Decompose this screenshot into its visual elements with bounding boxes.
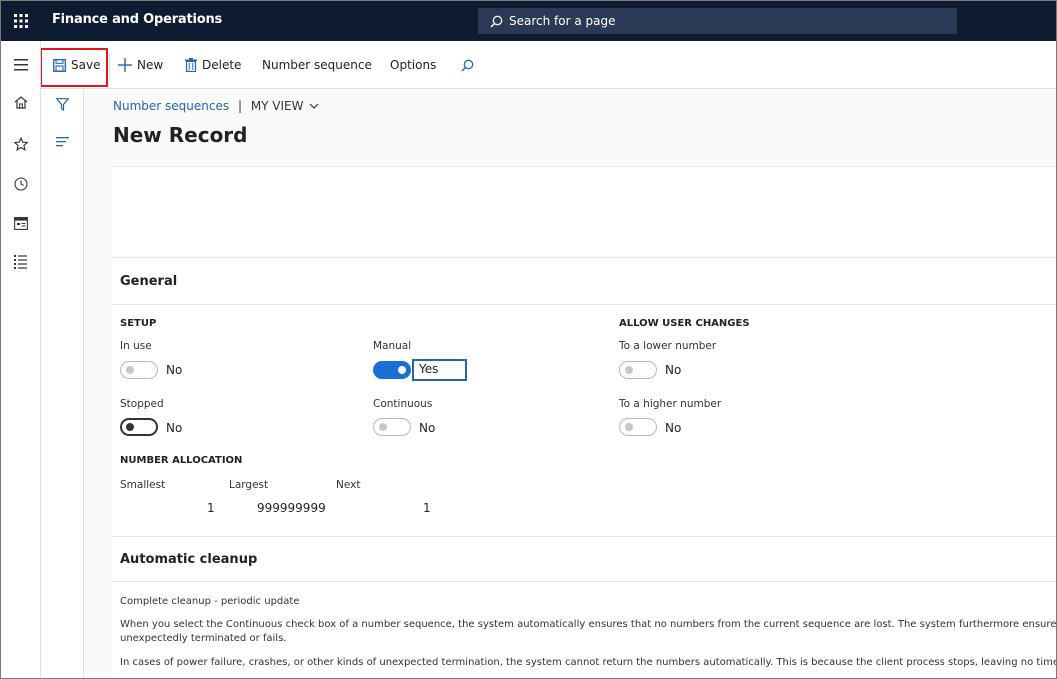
- continuous-toggle[interactable]: [373, 418, 411, 436]
- cleanup-text-paragraph2: In cases of power failure, crashes, or o…: [120, 657, 1057, 668]
- workspace-icon[interactable]: [1, 208, 41, 238]
- options-tab[interactable]: Options: [390, 41, 436, 89]
- higher-number-value: No: [665, 421, 682, 435]
- toggle-knob: [126, 423, 134, 431]
- star-icon[interactable]: [1, 129, 41, 159]
- manual-value: Yes: [412, 359, 467, 381]
- cleanup-text-line2: unexpectedly terminated or fails.: [120, 633, 287, 644]
- setup-heading: SETUP: [120, 318, 157, 329]
- lower-number-value: No: [665, 363, 682, 377]
- search-icon: [461, 59, 474, 71]
- breadcrumb-separator: |: [237, 99, 242, 113]
- filter-icon[interactable]: [41, 91, 84, 117]
- app-launcher-icon[interactable]: [1, 1, 41, 41]
- menu-icon[interactable]: [1, 50, 41, 80]
- general-section: General: [112, 257, 1056, 543]
- next-label: Next: [336, 479, 361, 491]
- action-search-button[interactable]: [461, 41, 479, 89]
- page-title: New Record: [113, 123, 248, 147]
- stopped-label: Stopped: [120, 398, 164, 410]
- higher-number-label: To a higher number: [619, 398, 722, 410]
- lower-number-label: To a lower number: [619, 340, 717, 352]
- automatic-cleanup-heading[interactable]: Automatic cleanup: [120, 552, 257, 567]
- smallest-label: Smallest: [120, 479, 166, 491]
- header-blank-area: [112, 166, 1056, 256]
- new-button[interactable]: New: [118, 41, 163, 89]
- toggle-knob: [625, 366, 633, 374]
- section-divider: [112, 304, 1056, 305]
- search-placeholder: Search for a page: [509, 14, 616, 28]
- recent-icon[interactable]: [1, 169, 41, 199]
- toggle-knob: [625, 423, 633, 431]
- number-allocation-heading: NUMBER ALLOCATION: [120, 455, 243, 466]
- next-value[interactable]: 1: [423, 501, 431, 515]
- chevron-down-icon[interactable]: [309, 103, 319, 110]
- plus-icon: [118, 58, 132, 72]
- allow-user-changes-heading: ALLOW USER CHANGES: [619, 318, 750, 329]
- number-sequence-label: Number sequence: [262, 58, 372, 72]
- home-icon[interactable]: [1, 87, 41, 117]
- continuous-label: Continuous: [373, 398, 433, 410]
- smallest-value[interactable]: 1: [207, 501, 215, 515]
- in-use-toggle[interactable]: [120, 361, 158, 379]
- lower-number-toggle[interactable]: [619, 361, 657, 379]
- manual-toggle[interactable]: [373, 361, 411, 379]
- new-label: New: [137, 58, 164, 72]
- app-window: Finance and Operations Search for a page…: [0, 0, 1057, 679]
- view-selector[interactable]: MY VIEW: [251, 99, 304, 113]
- stopped-toggle[interactable]: [120, 418, 158, 436]
- search-icon: [490, 15, 503, 27]
- save-icon: [53, 58, 66, 72]
- app-title: Finance and Operations: [52, 12, 223, 27]
- breadcrumb-link[interactable]: Number sequences: [113, 99, 229, 113]
- options-label: Options: [390, 58, 437, 72]
- divider: [109, 53, 110, 79]
- stopped-value: No: [166, 421, 183, 435]
- general-heading[interactable]: General: [120, 274, 177, 289]
- number-sequence-tab[interactable]: Number sequence: [262, 41, 372, 89]
- manual-label: Manual: [373, 340, 412, 352]
- cleanup-subtitle: Complete cleanup - periodic update: [120, 596, 300, 607]
- delete-label: Delete: [202, 58, 242, 72]
- search-box[interactable]: Search for a page: [478, 8, 957, 34]
- top-bar: Finance and Operations Search for a page: [1, 1, 1056, 41]
- breadcrumb: Number sequences | MY VIEW: [113, 99, 319, 113]
- navigation-rail: [1, 41, 41, 678]
- largest-value[interactable]: 999999999: [257, 501, 326, 515]
- modules-icon[interactable]: [1, 247, 41, 277]
- save-button[interactable]: Save: [53, 41, 100, 89]
- higher-number-toggle[interactable]: [619, 418, 657, 436]
- toggle-knob: [126, 366, 134, 374]
- list-icon[interactable]: [41, 129, 84, 155]
- toggle-knob: [379, 423, 387, 431]
- cleanup-text-line1: When you select the Continuous check box…: [120, 619, 1057, 630]
- toggle-knob: [398, 366, 406, 374]
- pane-rail: [41, 89, 84, 678]
- section-divider: [112, 581, 1056, 582]
- trash-icon: [185, 58, 197, 72]
- in-use-value: No: [166, 363, 183, 377]
- delete-button[interactable]: Delete: [185, 41, 241, 89]
- continuous-value: No: [419, 421, 436, 435]
- largest-label: Largest: [229, 479, 269, 491]
- in-use-label: In use: [120, 340, 152, 352]
- save-label: Save: [71, 58, 101, 72]
